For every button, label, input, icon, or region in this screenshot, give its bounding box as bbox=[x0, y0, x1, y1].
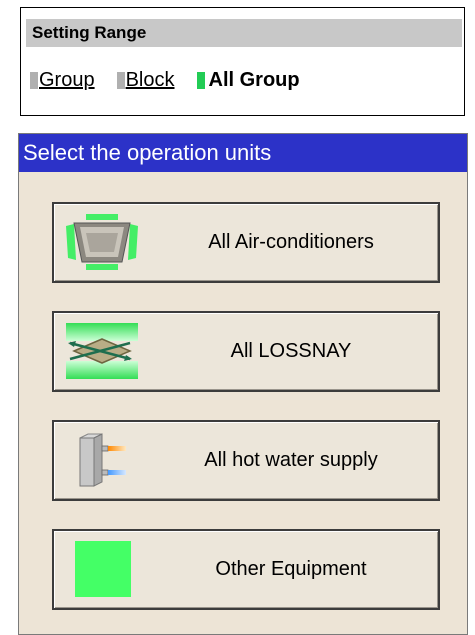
setting-range-box: Setting Range Group Block All Group bbox=[20, 7, 465, 116]
setting-range-options: Group Block All Group bbox=[30, 68, 322, 92]
range-option-all-group-label: All Group bbox=[208, 68, 300, 91]
range-option-block[interactable]: Block bbox=[116, 68, 175, 92]
all-air-conditioners-label: All Air-conditioners bbox=[208, 231, 374, 253]
option-marker bbox=[30, 71, 38, 89]
operation-units-title: Select the operation units bbox=[19, 134, 467, 172]
other-equipment-icon bbox=[75, 541, 131, 597]
operation-units-panel: Select the operation units All Air-condi… bbox=[18, 133, 468, 635]
air-conditioner-icon bbox=[66, 214, 138, 270]
all-lossnay-button[interactable]: All LOSSNAY bbox=[52, 311, 440, 392]
lossnay-icon bbox=[66, 323, 138, 379]
all-lossnay-label: All LOSSNAY bbox=[230, 340, 352, 362]
range-option-group[interactable]: Group bbox=[30, 69, 95, 92]
all-hot-water-supply-label: All hot water supply bbox=[204, 449, 378, 471]
other-equipment-label: Other Equipment bbox=[215, 558, 367, 580]
setting-range-header: Setting Range bbox=[26, 19, 462, 47]
other-equipment-button[interactable]: Other Equipment bbox=[52, 529, 440, 610]
range-option-block-label: Block bbox=[125, 68, 175, 91]
all-air-conditioners-button[interactable]: All Air-conditioners bbox=[52, 202, 440, 283]
range-option-group-label: Group bbox=[39, 68, 95, 91]
option-marker bbox=[116, 71, 125, 89]
selected-marker bbox=[196, 71, 205, 89]
hot-water-supply-icon bbox=[79, 433, 126, 487]
range-option-all-group[interactable]: All Group bbox=[196, 68, 300, 92]
all-hot-water-supply-button[interactable]: All hot water supply bbox=[52, 420, 440, 501]
